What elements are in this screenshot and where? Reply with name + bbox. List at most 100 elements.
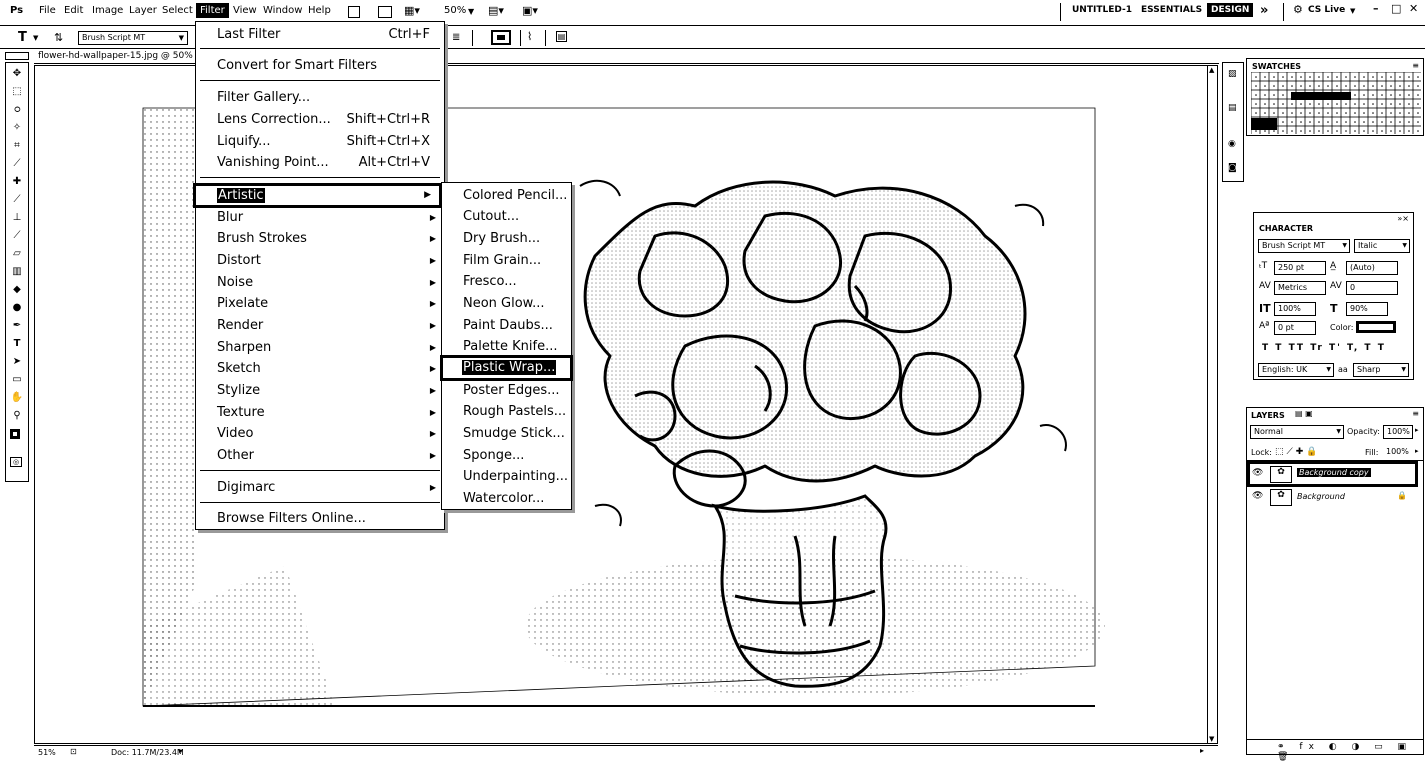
workspace-untitled[interactable]: UNTITLED-1 bbox=[1072, 5, 1132, 15]
char-kerning[interactable]: Metrics bbox=[1274, 281, 1326, 295]
submenu-item-underpainting[interactable]: Underpainting... bbox=[442, 466, 571, 487]
vertical-scrollbar[interactable]: ▲ ▼ bbox=[1207, 66, 1217, 743]
fill-arrow-icon[interactable]: ▸ bbox=[1415, 447, 1419, 455]
layers-footer-icons[interactable]: ⚭ fx ◐ ◑ ▭ ▣ 🗑 bbox=[1277, 742, 1423, 762]
menu-layer[interactable]: Layer bbox=[129, 5, 157, 16]
path-selection-icon[interactable]: ➤ bbox=[10, 355, 24, 369]
visibility-eye-icon[interactable]: 👁 bbox=[1252, 491, 1263, 501]
submenu-item-film-grain[interactable]: Film Grain... bbox=[442, 250, 571, 271]
submenu-item-colored-pencil[interactable]: Colored Pencil... bbox=[442, 185, 571, 206]
subscript-button[interactable]: T, bbox=[1347, 343, 1359, 353]
tool-preset-dropdown-icon[interactable]: ▼ bbox=[33, 34, 38, 42]
restore-icon[interactable]: □ bbox=[1391, 2, 1401, 15]
navigator-icon[interactable]: ▨ bbox=[1228, 69, 1237, 79]
char-hscale[interactable]: 90% bbox=[1346, 302, 1388, 316]
menu-select[interactable]: Select bbox=[162, 5, 193, 16]
char-font-family[interactable]: Brush Script MT ▼ bbox=[1258, 239, 1350, 253]
superscript-button[interactable]: T' bbox=[1329, 343, 1342, 353]
extras-icon[interactable]: ▦▾ bbox=[404, 4, 420, 17]
align-right-icon[interactable]: ≣ bbox=[452, 32, 460, 43]
menu-view[interactable]: View bbox=[233, 5, 257, 16]
char-leading[interactable]: (Auto) bbox=[1346, 261, 1398, 275]
lock-icons[interactable]: ⬚⟋✚🔒 bbox=[1275, 447, 1321, 457]
submenu-item-sponge[interactable]: Sponge... bbox=[442, 445, 571, 466]
char-font-style[interactable]: Italic ▼ bbox=[1354, 239, 1410, 253]
opacity-arrow-icon[interactable]: ▸ bbox=[1415, 426, 1419, 434]
menu-item-browse-filters-online[interactable]: Browse Filters Online... bbox=[196, 508, 444, 529]
screen-mode-icon[interactable]: ▣▾ bbox=[522, 4, 538, 17]
character-tab[interactable]: CHARACTER bbox=[1259, 224, 1313, 233]
menu-item-pixelate[interactable]: Pixelate ▶ bbox=[196, 293, 444, 314]
crop-tool-icon[interactable]: ⌗ bbox=[10, 139, 24, 153]
char-tracking[interactable]: 0 bbox=[1346, 281, 1398, 295]
faux-bold-button[interactable]: T bbox=[1262, 343, 1270, 353]
histogram-icon[interactable]: ▤ bbox=[1228, 103, 1237, 113]
char-size[interactable]: 250 pt bbox=[1274, 261, 1326, 275]
layers-tab[interactable]: LAYERS bbox=[1251, 411, 1285, 420]
close-icon[interactable]: ✕ bbox=[1409, 2, 1418, 15]
zoom-level[interactable]: 50% bbox=[444, 5, 466, 16]
collapse-panel-icon[interactable]: »× bbox=[1397, 214, 1409, 223]
minimize-icon[interactable]: – bbox=[1373, 2, 1379, 15]
char-antialias[interactable]: Sharp ▼ bbox=[1353, 363, 1409, 377]
workspace-design[interactable]: DESIGN bbox=[1207, 3, 1254, 17]
char-baseline[interactable]: 0 pt bbox=[1274, 321, 1316, 335]
submenu-item-cutout[interactable]: Cutout... bbox=[442, 206, 571, 227]
char-vscale[interactable]: 100% bbox=[1274, 302, 1316, 316]
gradient-tool-icon[interactable]: ▥ bbox=[10, 265, 24, 279]
text-orientation-icon[interactable]: ⇅ bbox=[54, 31, 63, 44]
swatches-tab[interactable]: SWATCHES bbox=[1252, 62, 1301, 71]
history-brush-icon[interactable]: ⟋ bbox=[10, 229, 24, 243]
zoom-dropdown-icon[interactable]: ▼ bbox=[468, 7, 474, 16]
scroll-right-icon[interactable]: ▸ bbox=[1200, 746, 1204, 755]
menu-item-convert-smart-filters[interactable]: Convert for Smart Filters bbox=[196, 55, 444, 76]
scroll-down-icon[interactable]: ▼ bbox=[1209, 735, 1214, 743]
menu-item-other[interactable]: Other ▶ bbox=[196, 445, 444, 466]
type-tool-icon[interactable]: T bbox=[18, 30, 27, 45]
menu-window[interactable]: Window bbox=[263, 5, 302, 16]
menu-item-render[interactable]: Render ▶ bbox=[196, 315, 444, 336]
warp-text-icon[interactable]: ⌇ bbox=[527, 30, 532, 43]
panel-menu-icon[interactable]: ≡ bbox=[1412, 61, 1419, 70]
underline-button[interactable]: T bbox=[1364, 343, 1372, 353]
menu-item-texture[interactable]: Texture ▶ bbox=[196, 402, 444, 423]
healing-brush-icon[interactable]: ✚ bbox=[10, 175, 24, 189]
eraser-tool-icon[interactable]: ▱ bbox=[10, 247, 24, 261]
submenu-item-dry-brush[interactable]: Dry Brush... bbox=[442, 228, 571, 249]
menu-item-stylize[interactable]: Stylize ▶ bbox=[196, 380, 444, 401]
fill-input[interactable]: 100% bbox=[1383, 446, 1413, 460]
eyedropper-icon[interactable]: ⟋ bbox=[10, 157, 24, 171]
visibility-eye-icon[interactable]: 👁 bbox=[1252, 468, 1263, 478]
menu-item-vanishing-point[interactable]: Vanishing Point... Alt+Ctrl+V bbox=[196, 152, 444, 173]
char-color-swatch[interactable] bbox=[1356, 321, 1396, 333]
character-panel-toggle-icon[interactable]: ▤ bbox=[556, 31, 567, 42]
menu-item-blur[interactable]: Blur ▶ bbox=[196, 207, 444, 228]
toolbox-header[interactable] bbox=[5, 52, 29, 60]
small-caps-button[interactable]: Tr bbox=[1310, 343, 1324, 353]
menu-item-sketch[interactable]: Sketch ▶ bbox=[196, 358, 444, 379]
menu-item-video[interactable]: Video ▶ bbox=[196, 423, 444, 444]
cslive-button[interactable]: CS Live bbox=[1308, 5, 1345, 15]
menu-image[interactable]: Image bbox=[92, 5, 123, 16]
styles-icon[interactable]: ◉ bbox=[1228, 139, 1236, 149]
submenu-item-rough-pastels[interactable]: Rough Pastels... bbox=[442, 401, 571, 422]
menu-item-liquify[interactable]: Liquify... Shift+Ctrl+X bbox=[196, 131, 444, 152]
pen-tool-icon[interactable]: ✒ bbox=[10, 319, 24, 333]
cslive-icon[interactable]: ⚙ bbox=[1293, 3, 1303, 16]
submenu-item-neon-glow[interactable]: Neon Glow... bbox=[442, 293, 571, 314]
layer-row-background[interactable]: 👁 ✿ Background 🔒 bbox=[1247, 487, 1423, 509]
marquee-tool-icon[interactable]: ⬚ bbox=[10, 85, 24, 99]
submenu-item-plastic-wrap[interactable]: Plastic Wrap... bbox=[440, 355, 573, 381]
menu-item-last-filter[interactable]: Last Filter Ctrl+F bbox=[196, 24, 444, 45]
foreground-color-swatch[interactable] bbox=[10, 429, 20, 439]
submenu-item-watercolor[interactable]: Watercolor... bbox=[442, 488, 571, 509]
faux-italic-button[interactable]: T bbox=[1275, 343, 1283, 353]
char-language[interactable]: English: UK ▼ bbox=[1258, 363, 1334, 377]
submenu-item-smudge-stick[interactable]: Smudge Stick... bbox=[442, 423, 571, 444]
shape-tool-icon[interactable]: ▭ bbox=[10, 373, 24, 387]
lasso-tool-icon[interactable]: ഠ bbox=[10, 103, 24, 117]
quick-mask-icon[interactable]: ◎ bbox=[10, 457, 22, 467]
move-tool-icon[interactable]: ✥ bbox=[10, 67, 24, 81]
text-color-swatch[interactable] bbox=[491, 30, 511, 45]
all-caps-button[interactable]: TT bbox=[1289, 343, 1306, 353]
